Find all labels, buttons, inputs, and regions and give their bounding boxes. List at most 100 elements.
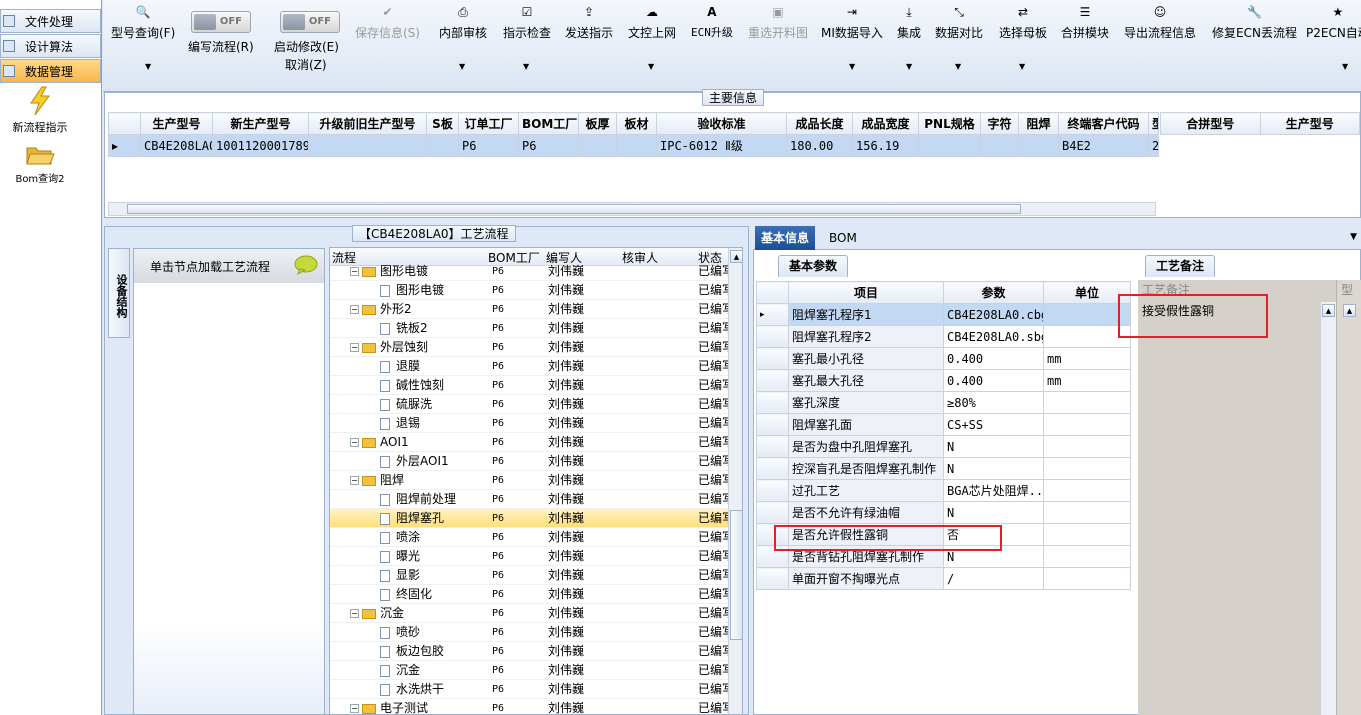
tree-row[interactable]: 铣板2 P6 刘伟巍 已编写 xyxy=(330,319,730,338)
table-row[interactable]: 阻焊塞孔面 CS+SS xyxy=(756,413,1131,436)
table-row[interactable]: ▸阻焊塞孔程序1CB4E208LA0.cbga xyxy=(756,303,1131,326)
p2ecn-button[interactable]: ★ P2ECN自动 ▼ xyxy=(1306,4,1361,71)
dropdown-arrow-icon[interactable]: ▼ xyxy=(955,62,961,71)
table-cell[interactable]: P6 xyxy=(458,134,519,157)
table-row[interactable]: 过孔工艺 BGA芯片处阻焊... xyxy=(756,479,1131,502)
dropdown-arrow-icon[interactable]: ▼ xyxy=(1342,62,1348,71)
compare-button[interactable]: ⤡ 数据对比 ▼ xyxy=(935,4,983,71)
table-cell[interactable] xyxy=(578,134,617,157)
param-item[interactable]: 控深盲孔是否阻焊塞孔制作 xyxy=(788,457,944,480)
tree-row[interactable]: 退锡 P6 刘伟巍 已编写 xyxy=(330,414,730,433)
tree-row[interactable]: 水洗烘干 P6 刘伟巍 已编写 xyxy=(330,680,730,699)
tree-node[interactable]: − 电子测试 xyxy=(350,699,428,714)
param-unit[interactable] xyxy=(1043,391,1131,414)
param-unit[interactable]: mm xyxy=(1043,347,1131,370)
tree-row[interactable]: 显影 P6 刘伟巍 已编写 xyxy=(330,566,730,585)
nav-item-new-flow[interactable]: 新流程指示 xyxy=(0,86,80,135)
param-value[interactable]: N xyxy=(943,501,1044,524)
tree-node[interactable]: 喷涂 xyxy=(380,528,420,547)
sub-tab-basic-params[interactable]: 基本参数 xyxy=(778,255,849,277)
fix-ecn-button[interactable]: 🔧 修复ECN丢流程 xyxy=(1212,4,1297,41)
tree-row[interactable]: − 外层蚀刻 P6 刘伟巍 已编写 xyxy=(330,338,730,357)
vertical-scrollbar[interactable]: ▲ xyxy=(728,248,742,714)
tree-row[interactable]: 喷砂 P6 刘伟巍 已编写 xyxy=(330,623,730,642)
table-cell[interactable] xyxy=(426,134,459,157)
select-master-button[interactable]: ⇄ 选择母板 ▼ xyxy=(999,4,1047,71)
tree-node[interactable]: 阻焊塞孔 xyxy=(380,509,444,528)
tree-row[interactable]: 喷涂 P6 刘伟巍 已编写 xyxy=(330,528,730,547)
tree-node[interactable]: 碱性蚀刻 xyxy=(380,376,444,395)
tree-node[interactable]: − 图形电镀 xyxy=(350,262,428,281)
table-row[interactable]: 控深盲孔是否阻焊塞孔制作 N xyxy=(756,457,1131,480)
table-row[interactable]: 阻焊塞孔程序2CB4E208LA0.sbga xyxy=(756,325,1131,348)
tree-row[interactable]: 板边包胶 P6 刘伟巍 已编写 xyxy=(330,642,730,661)
chevron-down-icon[interactable]: ▼ xyxy=(1350,232,1357,242)
tab-bom[interactable]: BOM xyxy=(823,226,863,250)
speech-bubble-icon[interactable] xyxy=(294,255,318,278)
tree-row[interactable]: 硫脲洗 P6 刘伟巍 已编写 xyxy=(330,395,730,414)
dropdown-arrow-icon[interactable]: ▼ xyxy=(648,62,654,71)
nav-tab-data[interactable]: 数据管理 xyxy=(0,59,101,83)
param-unit[interactable] xyxy=(1043,545,1131,568)
tree-node[interactable]: − 外层蚀刻 xyxy=(350,338,428,357)
tree-row[interactable]: 阻焊塞孔 P6 刘伟巍 已编写 xyxy=(330,509,730,528)
column-header[interactable]: 生产型号 xyxy=(1259,112,1360,135)
param-unit[interactable] xyxy=(1043,479,1131,502)
tree-node[interactable]: 显影 xyxy=(380,566,420,585)
column-header[interactable]: 阻焊 xyxy=(1018,112,1059,135)
table-cell[interactable] xyxy=(308,134,427,157)
dropdown-arrow-icon[interactable]: ▼ xyxy=(523,62,529,71)
param-unit[interactable] xyxy=(1043,501,1131,524)
scroll-up-button[interactable]: ▲ xyxy=(1322,304,1335,317)
collapse-icon[interactable]: − xyxy=(350,476,359,485)
tree-node[interactable]: 曝光 xyxy=(380,547,420,566)
tree-node[interactable]: 板边包胶 xyxy=(380,642,444,661)
column-header[interactable]: 升级前旧生产型号 xyxy=(308,112,427,135)
table-cell[interactable]: CB4E208LA0 xyxy=(140,134,213,157)
save-info-button[interactable]: ✔ 保存信息(S) xyxy=(355,4,420,41)
param-value[interactable]: 0.400 xyxy=(943,347,1044,370)
column-header[interactable]: PNL规格 xyxy=(918,112,981,135)
param-value[interactable]: CB4E208LA0.cbga xyxy=(943,303,1044,326)
reselect-map-button[interactable]: ▣ 重选开料图 xyxy=(748,4,808,41)
tree-node[interactable]: 铣板2 xyxy=(380,319,428,338)
tab-basic-info[interactable]: 基本信息 xyxy=(755,226,816,250)
collapse-icon[interactable]: − xyxy=(350,438,359,447)
tree-row[interactable]: 阻焊前处理 P6 刘伟巍 已编写 xyxy=(330,490,730,509)
param-value[interactable]: CB4E208LA0.sbga xyxy=(943,325,1044,348)
tree-node[interactable]: 硫脲洗 xyxy=(380,395,432,414)
tree-node[interactable]: − 外形2 xyxy=(350,300,412,319)
table-row[interactable]: 是否为盘中孔阻焊塞孔 N xyxy=(756,435,1131,458)
dropdown-arrow-icon[interactable]: ▼ xyxy=(849,62,855,71)
tree-node[interactable]: 喷砂 xyxy=(380,623,420,642)
column-header[interactable]: S板 xyxy=(426,112,459,135)
notes-scrollbar[interactable]: ▲ xyxy=(1320,302,1336,715)
table-cell[interactable] xyxy=(616,134,657,157)
column-header[interactable]: 订单工厂 xyxy=(458,112,519,135)
table-row[interactable]: 塞孔深度 ≥80% xyxy=(756,391,1131,414)
param-item[interactable]: 阻焊塞孔程序1 xyxy=(788,303,944,326)
tree-node[interactable]: 水洗烘干 xyxy=(380,680,444,699)
table-cell[interactable]: 201 xyxy=(1148,134,1159,157)
collapse-icon[interactable]: − xyxy=(350,305,359,314)
table-row[interactable]: 塞孔最小孔径 0.400 mm xyxy=(756,347,1131,370)
tree-row[interactable]: 沉金 P6 刘伟巍 已编写 xyxy=(330,661,730,680)
column-header[interactable]: 项目 xyxy=(788,281,944,304)
tree-row[interactable]: − AOI1 P6 刘伟巍 已编写 xyxy=(330,433,730,452)
param-item[interactable]: 阻焊塞孔面 xyxy=(788,413,944,436)
tree-row[interactable]: 外层AOI1 P6 刘伟巍 已编写 xyxy=(330,452,730,471)
tree-row[interactable]: − 沉金 P6 刘伟巍 已编写 xyxy=(330,604,730,623)
dropdown-arrow-icon[interactable]: ▼ xyxy=(459,62,465,71)
table-cell[interactable]: IPC-6012 Ⅱ级 xyxy=(656,134,787,157)
param-value[interactable]: N xyxy=(943,457,1044,480)
tree-row[interactable]: − 阻焊 P6 刘伟巍 已编写 xyxy=(330,471,730,490)
equipment-structure-tab[interactable]: 设备结构 xyxy=(108,248,130,338)
param-item[interactable]: 塞孔深度 xyxy=(788,391,944,414)
param-unit[interactable] xyxy=(1043,567,1131,590)
param-value[interactable]: / xyxy=(943,567,1044,590)
param-item[interactable]: 过孔工艺 xyxy=(788,479,944,502)
nav-item-bom-query[interactable]: Bom查询2 xyxy=(0,143,80,185)
column-header[interactable]: BOM工厂 xyxy=(518,112,579,135)
tree-node[interactable]: − 沉金 xyxy=(350,604,404,623)
param-item[interactable]: 单面开窗不掏曝光点 xyxy=(788,567,944,590)
